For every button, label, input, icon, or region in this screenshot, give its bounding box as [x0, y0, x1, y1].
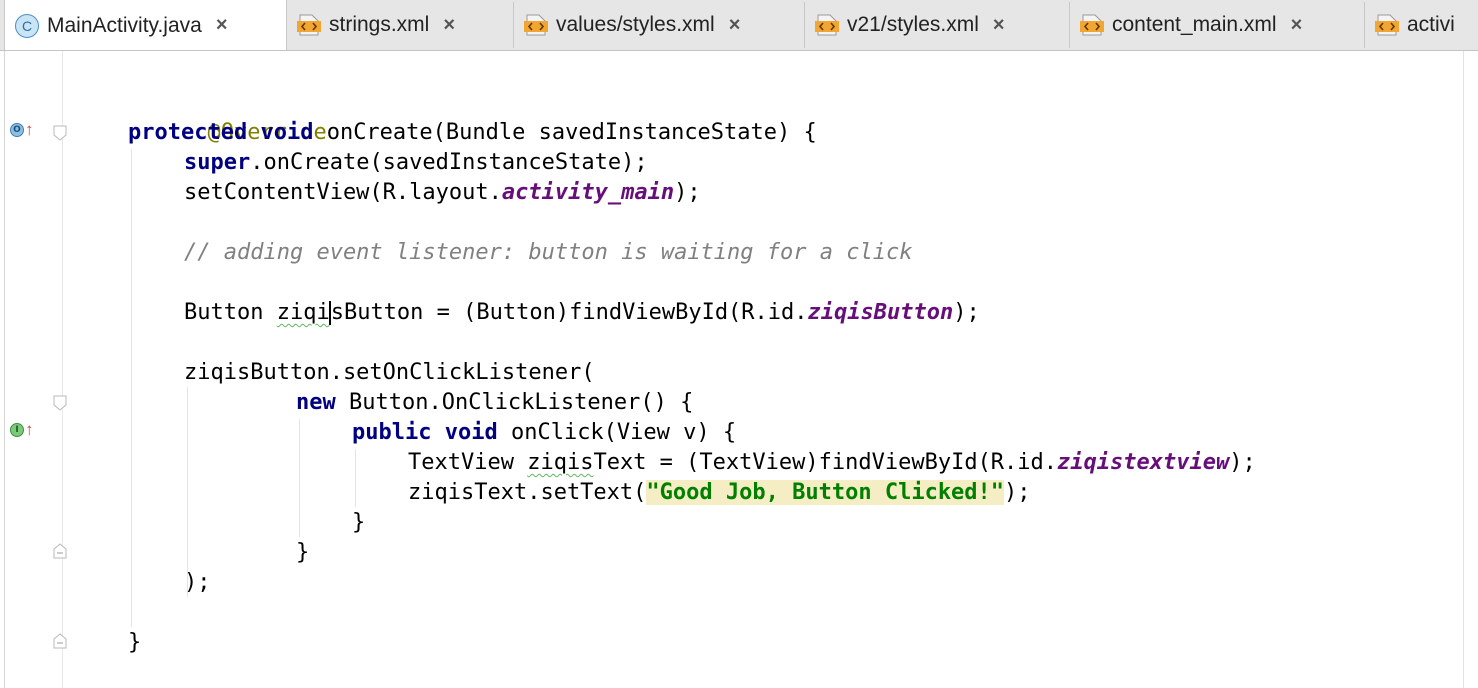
vertical-scrollbar[interactable]: [1463, 51, 1464, 688]
code-line-15: }: [128, 628, 141, 658]
code-text: Button.OnClickListener() {: [335, 390, 694, 415]
code-text: sButton: [330, 300, 424, 325]
tab-label: strings.xml: [329, 13, 430, 36]
close-icon[interactable]: ×: [1291, 14, 1303, 37]
code-text: ziqisText.setText(: [408, 480, 647, 505]
close-icon[interactable]: ×: [216, 14, 228, 37]
tab-label: v21/styles.xml: [847, 13, 979, 36]
tab-label: values/styles.xml: [556, 13, 715, 36]
code-text: );: [953, 300, 980, 325]
tab-main-activity-java[interactable]: C MainActivity.java ×: [4, 0, 287, 50]
indent-guide: [187, 387, 188, 597]
keyword: super: [184, 150, 251, 175]
tab-label: activi: [1407, 13, 1455, 36]
tab-label: content_main.xml: [1112, 13, 1277, 36]
close-icon[interactable]: ×: [729, 14, 741, 37]
code-line-11: ziqisText.setText("Good Job, Button Clic…: [408, 478, 1031, 508]
static-field: activity_main: [501, 180, 675, 205]
xml-file-icon: [297, 13, 321, 37]
tab-strings-xml[interactable]: strings.xml ×: [287, 2, 514, 48]
keyword: void: [260, 120, 314, 145]
indent-guide: [355, 449, 356, 507]
override-marker-icon: O: [10, 123, 24, 137]
comment: // adding event listener: button is wait…: [184, 240, 913, 265]
static-field: ziqisButton: [807, 300, 954, 325]
fold-close-icon[interactable]: [53, 633, 67, 649]
code-text: ziqisButton.setOnClickListener(: [184, 360, 595, 385]
code-text: TextView: [408, 450, 528, 475]
keyword: protected: [128, 120, 248, 145]
indent-guide: [299, 419, 300, 537]
code-line-9: public void onClick(View v) {: [352, 418, 736, 448]
java-class-icon: C: [15, 13, 39, 38]
fold-open-icon[interactable]: [53, 125, 67, 141]
tab-values-styles-xml[interactable]: values/styles.xml ×: [514, 2, 805, 48]
indent-guide: [131, 149, 132, 627]
code-line-8: new Button.OnClickListener() {: [296, 388, 693, 418]
tab-content-main-xml[interactable]: content_main.xml ×: [1070, 2, 1365, 48]
code-text: );: [1004, 480, 1031, 505]
code-line-4: setContentView(R.layout.activity_main);: [184, 178, 701, 208]
close-icon[interactable]: ×: [443, 14, 455, 37]
code-line-14: );: [184, 568, 211, 598]
typo-warning-text: ziqis: [527, 450, 594, 475]
editor-gutter[interactable]: [0, 51, 63, 688]
fold-open-icon[interactable]: [53, 395, 67, 411]
up-arrow-icon: ↑: [25, 120, 34, 139]
tab-v21-styles-xml[interactable]: v21/styles.xml ×: [805, 2, 1070, 48]
code-line-10: TextView ziqisText = (TextView)findViewB…: [408, 448, 1256, 478]
code-text: }: [296, 540, 310, 565]
keyword: new: [296, 390, 336, 415]
code-text: }: [352, 510, 366, 535]
code-line-1: @Override: [128, 88, 326, 145]
code-line-2: protected void onCreate(Bundle savedInst…: [128, 118, 817, 148]
static-field: ziqistextview: [1057, 450, 1230, 475]
xml-file-icon: [1375, 13, 1399, 37]
override-method-marker[interactable]: O ↑: [10, 120, 34, 139]
implements-marker-icon: I: [10, 423, 24, 437]
xml-file-icon: [524, 13, 548, 37]
code-text: );: [674, 180, 701, 205]
fold-close-icon[interactable]: [53, 543, 67, 559]
up-arrow-icon: ↑: [25, 420, 34, 439]
keyword: public: [352, 420, 432, 445]
xml-file-icon: [815, 13, 839, 37]
code-text: setContentView(R.layout.: [184, 180, 502, 205]
code-text: .onCreate(savedInstanceState);: [250, 150, 648, 175]
code-text: onCreate(Bundle savedInstanceState) {: [313, 120, 817, 145]
class-icon-letter: C: [21, 17, 33, 34]
code-line-7: ziqisButton.setOnClickListener(: [184, 358, 595, 388]
code-line-3: super.onCreate(savedInstanceState);: [184, 148, 648, 178]
code-text: Button: [184, 300, 277, 325]
editor-left-border: [4, 51, 5, 688]
code-text: Text: [593, 450, 647, 475]
code-line-6: Button ziqisButton = (Button)findViewByI…: [184, 298, 980, 328]
keyword: void: [444, 420, 498, 445]
xml-file-icon: [1080, 13, 1104, 37]
code-text: = (TextView)findViewById(R.id.: [646, 450, 1058, 475]
tab-label: MainActivity.java: [47, 13, 202, 37]
code-line-12: }: [352, 508, 365, 538]
code-line-comment: // adding event listener: button is wait…: [184, 238, 912, 268]
close-icon[interactable]: ×: [993, 14, 1005, 37]
code-text: }: [128, 630, 142, 655]
editor-tab-bar: C MainActivity.java × strings.xml × valu…: [0, 0, 1478, 51]
code-text: onClick(View v) {: [497, 420, 737, 445]
code-line-13: }: [296, 538, 309, 568]
code-text: = (Button)findViewById(R.id.: [423, 300, 808, 325]
implements-method-marker[interactable]: I ↑: [10, 420, 34, 439]
typo-warning-text: ziqi: [276, 300, 330, 325]
code-editor[interactable]: O ↑ I ↑ @Override protected void onCreat…: [0, 51, 1478, 688]
code-text: );: [1229, 450, 1256, 475]
tab-activity-main-xml[interactable]: activi: [1365, 2, 1478, 48]
string-literal: "Good Job, Button Clicked!": [646, 480, 1005, 505]
code-text: );: [184, 570, 211, 595]
